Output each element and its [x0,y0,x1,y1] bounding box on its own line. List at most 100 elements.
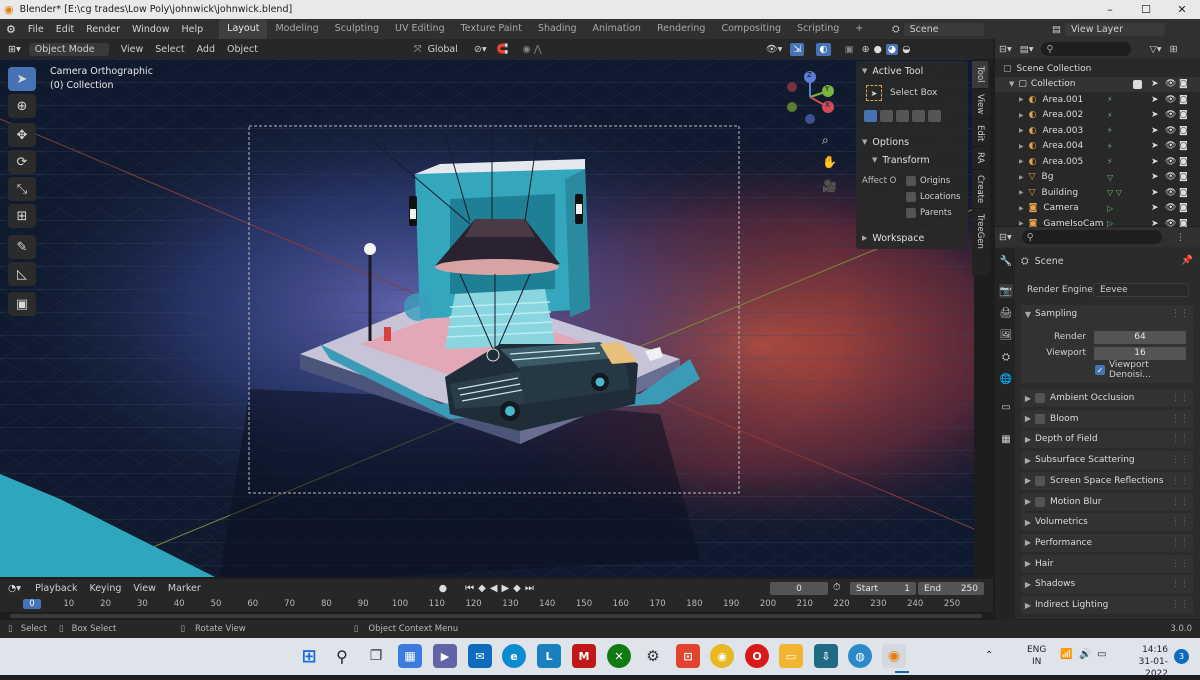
drag-handle-icon[interactable]: ⋮⋮ [1171,497,1189,507]
settings-gear-icon[interactable]: ⚙ [641,644,665,668]
menu-window[interactable]: Window [126,24,175,35]
cursor-tool[interactable]: ⊕ [8,94,36,118]
affect-parents-row[interactable]: Parents [856,205,968,221]
render-camera-icon[interactable]: ◙ [1179,172,1188,182]
render-camera-icon[interactable]: ◙ [1179,110,1188,120]
viewport-samples-field[interactable]: 16 [1094,346,1186,360]
panel-enable-checkbox[interactable] [1035,413,1045,424]
maximize-button[interactable]: ☐ [1128,0,1164,19]
scene-collection-row[interactable]: ▢ Scene Collection [995,61,1200,77]
pan-hand-icon[interactable]: ✋ [822,155,837,169]
render-panel-header[interactable]: ▶ Subsurface Scattering ⋮⋮ [1021,451,1193,470]
menu-select[interactable]: Select [149,44,190,55]
view-layer-icon[interactable]: 🖼 [999,328,1013,342]
render-panel-header[interactable]: ▶ Performance ⋮⋮ [1021,533,1193,552]
menu-playback[interactable]: Playback [29,583,83,594]
gizmo-toggle-icon[interactable]: ⇲ [790,42,805,56]
eye-icon[interactable]: 👁 [1165,95,1176,105]
view-layer-name[interactable]: View Layer [1064,22,1165,36]
drag-handle-icon[interactable]: ⋮⋮ [1171,455,1189,465]
pin-icon[interactable]: 📌 [1181,255,1193,266]
tab-compositing[interactable]: Compositing [713,19,789,39]
eye-icon[interactable]: 👁 [1165,203,1176,213]
eye-icon[interactable]: 👁 [1165,172,1176,182]
visibility-icon[interactable]: 👁▾ [766,44,783,55]
scale-tool[interactable]: ⤡ [8,177,36,201]
select-arrow-icon[interactable]: ➤ [1151,79,1159,89]
select-box-row[interactable]: ➤ Select Box [856,80,968,106]
render-panel-header[interactable]: ▶ Bloom ⋮⋮ [1021,409,1193,428]
panel-enable-checkbox[interactable] [1035,393,1045,403]
xray-icon[interactable]: ▣ [845,44,854,55]
edge-browser-icon[interactable]: e [502,644,526,668]
menu-marker[interactable]: Marker [162,583,207,594]
render-camera-icon[interactable]: ◙ [1179,141,1188,151]
render-panel-header[interactable]: ▶ Shadows ⋮⋮ [1021,575,1193,594]
render-panel-header[interactable]: ▶ Motion Blur ⋮⋮ [1021,492,1193,511]
tab-ra[interactable]: RA [972,147,988,170]
mode-intersect-icon[interactable] [928,110,941,122]
outliner-object-row[interactable]: ▶ ▽ Building ▽ ▽ ➤ 👁 ◙ [995,185,1200,201]
transform-tool[interactable]: ⊞ [8,204,36,228]
select-arrow-icon[interactable]: ➤ [1151,157,1159,167]
select-arrow-icon[interactable]: ➤ [1151,203,1159,213]
jump-end-icon[interactable]: ⏭ [525,583,538,594]
jump-start-icon[interactable]: ⏮ [465,583,478,594]
mesh-data-icon[interactable]: ▽ ▽ [1107,188,1122,197]
expand-chevron-icon[interactable]: ▶ [1019,143,1024,150]
mesh-data-icon[interactable]: ▽ [1107,173,1113,182]
menu-add[interactable]: Add [191,44,221,55]
menu-view[interactable]: View [115,44,150,55]
select-box-tool[interactable]: ➤ [8,67,36,91]
outliner-object-row[interactable]: ▶ ◐ Area.002 ⚡ ➤ 👁 ◙ [995,108,1200,124]
search-taskbar-icon[interactable]: ⚲ [330,644,354,668]
mcafee-icon[interactable]: M [572,644,596,668]
eye-icon[interactable]: 👁 [1165,110,1176,120]
filter-icon[interactable]: ▽▾ [1149,44,1161,55]
start-frame-field[interactable]: Start 1 [850,582,916,595]
tab-layout[interactable]: Layout [219,19,268,39]
navigation-gizmo[interactable]: Z Y X [782,67,838,127]
widgets-icon[interactable]: ▦ [398,644,422,668]
active-tool-header[interactable]: ▼ Active Tool [856,62,968,80]
outliner-object-row[interactable]: ▶ ▽ Bg ▽ ➤ 👁 ◙ [995,170,1200,186]
drag-handle-icon[interactable]: ⋮⋮ [1171,476,1189,486]
tray-overflow-icon[interactable]: ⌃ [985,650,993,661]
record-icon[interactable]: ● [439,583,447,594]
zoom-icon[interactable]: ⌕ [822,133,829,148]
tab-sculpting[interactable]: Sculpting [327,19,387,39]
outliner-object-row[interactable]: ▶ ◙ Camera ▷ ➤ 👁 ◙ [995,201,1200,217]
locations-checkbox[interactable] [906,192,916,202]
orientation-dropdown[interactable]: Global [422,44,464,55]
outliner-object-row[interactable]: ▶ ◐ Area.003 ⚡ ➤ 👁 ◙ [995,123,1200,139]
play-icon[interactable]: ▶ [501,583,513,594]
menu-keying[interactable]: Keying [83,583,127,594]
office-icon[interactable]: ⊡ [676,644,700,668]
scene-properties-icon[interactable]: ⛭ [999,350,1013,364]
shading-solid-icon[interactable]: ● [874,44,882,55]
file-explorer-icon[interactable]: ▭ [779,644,803,668]
drag-handle-icon[interactable]: ⋮⋮ [1171,517,1189,527]
blender-taskbar-icon[interactable]: ◉ [882,644,906,668]
expand-chevron-icon[interactable]: ▶ [1019,158,1024,165]
end-frame-field[interactable]: End 250 [918,582,984,595]
menu-edit[interactable]: Edit [50,24,80,35]
render-camera-icon[interactable]: ◙ [1179,188,1188,198]
expand-chevron-icon[interactable]: ▶ [1019,189,1024,196]
tab-texture-paint[interactable]: Texture Paint [453,19,530,39]
wifi-icon[interactable]: 📶 [1060,649,1072,660]
chrome-icon[interactable]: ◉ [710,644,734,668]
options-header[interactable]: ▼ Options [856,133,968,151]
eye-icon[interactable]: 👁 [1165,126,1176,136]
mail-icon[interactable]: ✉ [468,644,492,668]
proportional-icon[interactable]: ◉ ⋀ [522,44,541,55]
panel-enable-checkbox[interactable] [1035,475,1045,486]
select-arrow-icon[interactable]: ➤ [1151,172,1159,182]
render-camera-icon[interactable]: ◙ [1179,95,1188,105]
drag-handle-icon[interactable]: ⋮⋮ [1171,309,1189,319]
collection-properties-icon[interactable]: ▭ [999,400,1013,414]
drag-handle-icon[interactable]: ⋮⋮ [1171,393,1189,403]
sampling-panel-header[interactable]: ▼ Sampling ⋮⋮ [1021,305,1193,323]
render-panel-header[interactable]: ▶ Depth of Field ⋮⋮ [1021,430,1193,449]
render-camera-icon[interactable]: ◙ [1179,126,1188,136]
